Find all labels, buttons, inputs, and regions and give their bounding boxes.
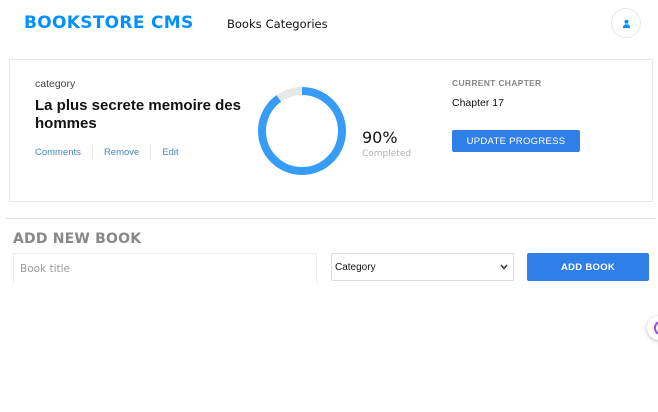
progress-ring-arc: [258, 87, 346, 175]
progress-ring: [258, 87, 346, 175]
add-book-button[interactable]: ADD BOOK: [527, 253, 649, 281]
book-title-input[interactable]: [13, 253, 317, 283]
chat-widget-button[interactable]: [647, 316, 658, 340]
current-chapter: Chapter 17: [452, 97, 504, 109]
main-nav: Books Categories: [227, 17, 328, 31]
progress-label: Completed: [362, 149, 412, 159]
action-divider: [91, 146, 93, 158]
remove-button[interactable]: Remove: [104, 147, 139, 158]
section-divider: [6, 218, 656, 219]
book-actions: Comments Remove Edit: [35, 144, 179, 160]
update-progress-button[interactable]: UPDATE PROGRESS: [452, 130, 580, 152]
book-category: category: [35, 78, 76, 90]
category-select[interactable]: Category: [331, 253, 514, 281]
edit-button[interactable]: Edit: [162, 147, 178, 158]
category-select-value: Category: [335, 261, 376, 273]
nav-item-categories[interactable]: Categories: [266, 17, 328, 31]
action-divider: [150, 144, 152, 160]
book-card: category La plus secrete memoire des hom…: [9, 59, 653, 202]
progress-percent: 90%: [362, 128, 398, 147]
chat-widget-icon: [654, 321, 658, 335]
app-logo[interactable]: BOOKSTORE CMS: [24, 13, 193, 33]
app-header: BOOKSTORE CMS Books Categories: [0, 0, 658, 48]
user-icon: [622, 19, 630, 28]
book-title: La plus secrete memoire des hommes: [35, 97, 241, 132]
nav-item-books[interactable]: Books: [227, 17, 262, 31]
current-chapter-heading: CURRENT CHAPTER: [452, 78, 542, 88]
chevron-down-icon: [500, 264, 508, 270]
user-avatar-button[interactable]: [611, 8, 641, 38]
add-book-heading: ADD NEW BOOK: [13, 231, 142, 247]
comments-button[interactable]: Comments: [35, 147, 81, 158]
